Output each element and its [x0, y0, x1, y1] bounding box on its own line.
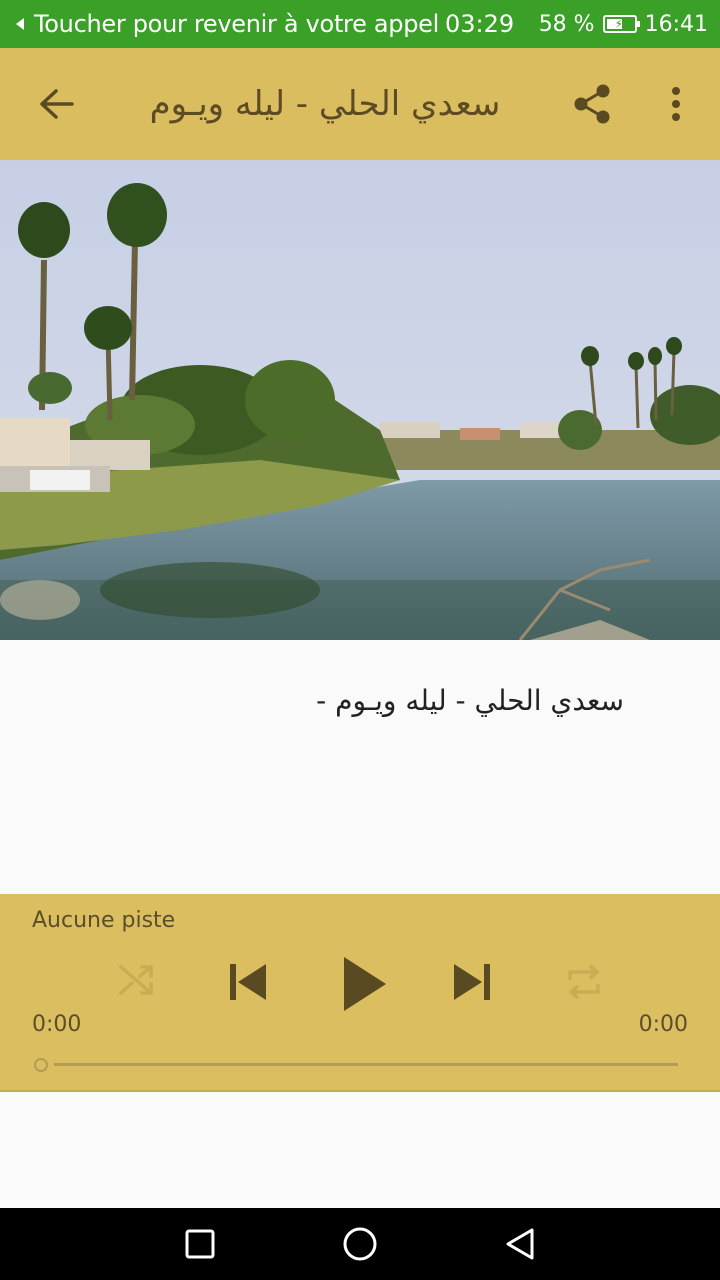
- back-triangle-icon[interactable]: [500, 1224, 540, 1264]
- skip-next-icon[interactable]: [446, 956, 498, 1008]
- cover-image: [0, 160, 720, 640]
- system-nav-bar: [0, 1208, 720, 1280]
- share-icon[interactable]: [564, 76, 620, 132]
- battery-percent: 58 %: [538, 11, 595, 37]
- more-vert-icon[interactable]: [648, 76, 704, 132]
- status-bar: Toucher pour revenir à votre appel 03:29…: [0, 0, 720, 48]
- seek-bar[interactable]: [54, 1063, 678, 1066]
- audio-player: Aucune piste 0:00 0:00: [0, 894, 720, 1092]
- app-bar: سعدي الحلي - ليله ويـوم: [0, 48, 720, 160]
- clock: 16:41: [644, 11, 708, 37]
- back-arrow-icon[interactable]: [28, 76, 84, 132]
- recents-square-icon[interactable]: [180, 1224, 220, 1264]
- ongoing-call-text[interactable]: Toucher pour revenir à votre appel: [34, 10, 439, 38]
- song-description: سعدي الحلي - ليله ويـوم -: [316, 684, 624, 717]
- empty-area: [0, 1092, 720, 1208]
- call-return-arrow-icon[interactable]: [16, 18, 24, 30]
- elapsed-time: 0:00: [32, 1012, 82, 1037]
- shuffle-icon[interactable]: [112, 956, 160, 1004]
- home-circle-icon[interactable]: [340, 1224, 380, 1264]
- total-time: 0:00: [638, 1012, 688, 1037]
- track-label: Aucune piste: [32, 908, 176, 933]
- seek-thumb[interactable]: [34, 1058, 48, 1072]
- repeat-icon[interactable]: [558, 956, 610, 1008]
- call-duration: 03:29: [445, 10, 515, 38]
- battery-icon: ⚡: [602, 15, 640, 33]
- play-icon[interactable]: [332, 952, 396, 1016]
- description-area: سعدي الحلي - ليله ويـوم -: [0, 640, 720, 894]
- page-title: سعدي الحلي - ليله ويـوم: [149, 84, 501, 124]
- skip-previous-icon[interactable]: [222, 956, 274, 1008]
